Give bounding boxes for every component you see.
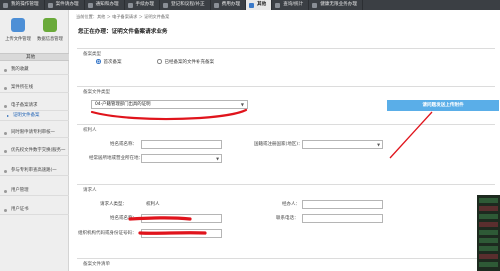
status-cell	[479, 222, 498, 227]
status-cell	[479, 238, 498, 243]
red-annotation-overlay	[90, 108, 433, 235]
status-cell	[479, 198, 498, 203]
red-underline-stroke	[90, 108, 248, 121]
status-cell	[479, 206, 498, 211]
status-cell	[479, 214, 498, 219]
status-cell	[479, 254, 498, 259]
right-status-strip	[477, 195, 500, 271]
status-cell	[479, 246, 498, 251]
status-cell	[479, 230, 498, 235]
red-scribble-code	[138, 231, 207, 235]
status-cell	[479, 262, 498, 267]
red-scribble-agent	[128, 216, 192, 221]
red-arrow-stroke	[389, 111, 433, 159]
